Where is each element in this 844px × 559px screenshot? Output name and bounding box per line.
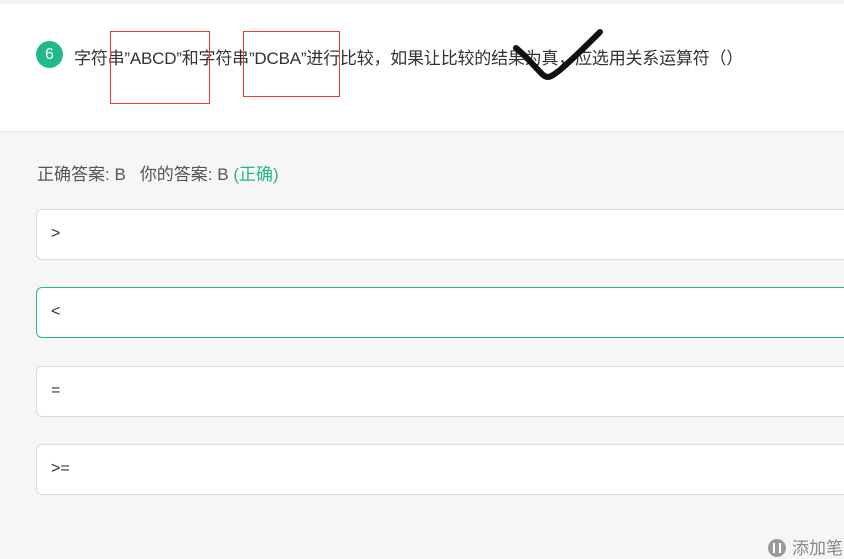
add-note-label: 添加笔	[792, 539, 843, 558]
question-card: 6 字符串”ABCD”和字符串”DCBA”进行比较，如果让比较的结果为真，应选用…	[0, 4, 844, 132]
option-b[interactable]: <	[36, 287, 844, 338]
option-d[interactable]: >=	[36, 444, 844, 495]
result-status: (正确)	[233, 165, 279, 184]
option-a[interactable]: >	[36, 209, 844, 260]
option-d-text: >=	[51, 460, 70, 477]
checkmark-annotation	[513, 29, 603, 80]
option-a-text: >	[51, 225, 61, 242]
option-c-text: =	[51, 382, 61, 399]
option-c[interactable]: =	[36, 366, 844, 417]
highlight-box-abcd	[110, 31, 210, 104]
your-answer-label: 你的答案: B	[139, 165, 229, 184]
correct-answer-label: 正确答案: B	[37, 165, 126, 184]
note-icon	[768, 539, 786, 557]
option-b-text: <	[51, 303, 61, 320]
answer-result-line: 正确答案: B 你的答案: B (正确)	[37, 160, 279, 185]
question-number-badge: 6	[36, 41, 63, 68]
highlight-box-dcba	[243, 31, 340, 97]
add-note-button[interactable]: 添加笔	[768, 534, 843, 559]
